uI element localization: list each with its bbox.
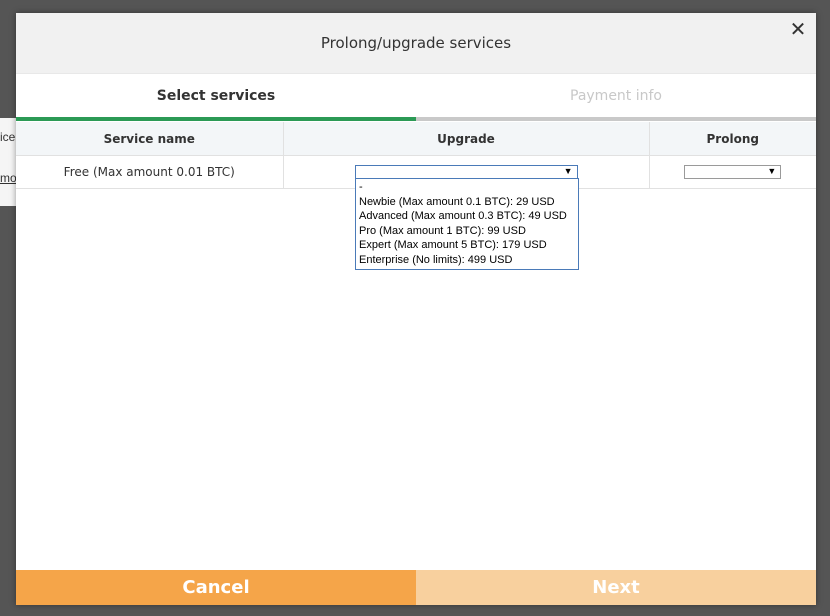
- wizard-steps: Select services Payment info: [16, 74, 816, 122]
- column-header-upgrade: Upgrade: [283, 122, 650, 156]
- prolong-select[interactable]: ▼: [684, 164, 782, 180]
- step-progress-inactive: [416, 117, 816, 121]
- step-progress-active: [16, 117, 416, 121]
- background-header-text: ice: [0, 130, 16, 144]
- upgrade-options-list: - Newbie (Max amount 0.1 BTC): 29 USD Ad…: [355, 178, 579, 270]
- upgrade-option-expert[interactable]: Expert (Max amount 5 BTC): 179 USD: [356, 238, 578, 253]
- prolong-upgrade-modal: Prolong/upgrade services ✕ Select servic…: [16, 13, 816, 605]
- next-button[interactable]: Next: [416, 570, 816, 605]
- table-header-row: Service name Upgrade Prolong: [16, 122, 816, 156]
- step-select-services[interactable]: Select services: [16, 74, 416, 119]
- modal-header: Prolong/upgrade services ✕: [16, 13, 816, 74]
- upgrade-option-none[interactable]: -: [356, 180, 578, 195]
- service-name-cell: Free (Max amount 0.01 BTC): [16, 155, 284, 189]
- column-header-service-name: Service name: [16, 122, 284, 156]
- prolong-cell: ▼: [649, 155, 816, 189]
- cancel-button[interactable]: Cancel: [16, 570, 416, 605]
- close-icon[interactable]: ✕: [788, 18, 808, 40]
- upgrade-option-advanced[interactable]: Advanced (Max amount 0.3 BTC): 49 USD: [356, 209, 578, 224]
- caret-down-icon[interactable]: ▼: [564, 164, 573, 178]
- caret-down-icon[interactable]: ▼: [767, 164, 776, 178]
- step-payment-info[interactable]: Payment info: [416, 74, 816, 119]
- upgrade-option-newbie[interactable]: Newbie (Max amount 0.1 BTC): 29 USD: [356, 195, 578, 210]
- background-link[interactable]: mo: [0, 171, 17, 185]
- modal-title: Prolong/upgrade services: [320, 34, 512, 52]
- column-header-prolong: Prolong: [649, 122, 816, 156]
- modal-footer: Cancel Next: [16, 570, 816, 605]
- upgrade-option-pro[interactable]: Pro (Max amount 1 BTC): 99 USD: [356, 224, 578, 239]
- upgrade-option-enterprise[interactable]: Enterprise (No limits): 499 USD: [356, 253, 578, 268]
